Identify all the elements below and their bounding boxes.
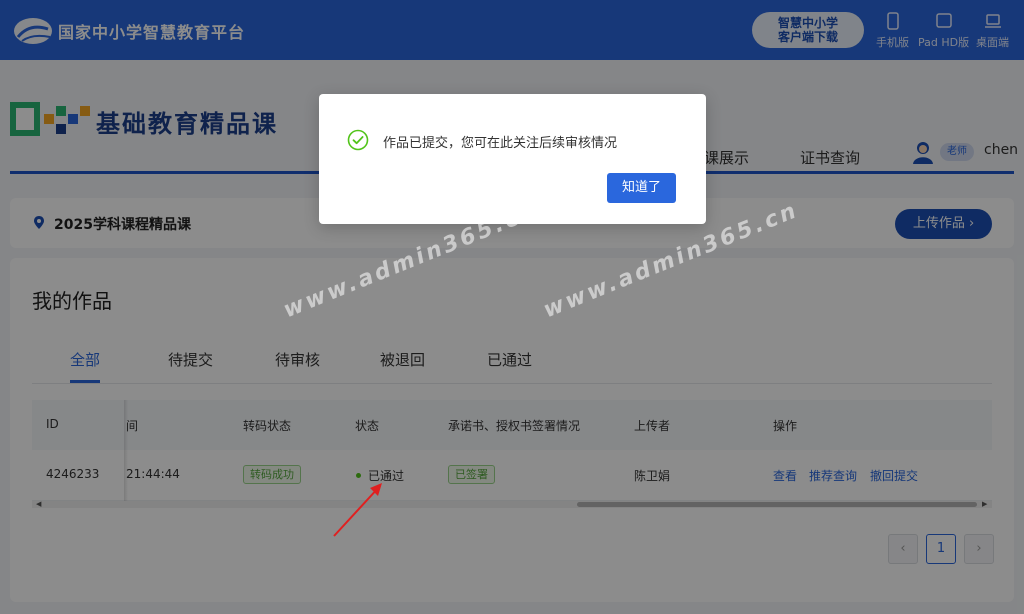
dialog-message: 作品已提交，您可在此关注后续审核情况: [383, 136, 618, 151]
success-check-icon: [347, 129, 369, 151]
confirm-button[interactable]: 知道了: [607, 173, 676, 203]
red-arrow-annotation-icon: [333, 483, 382, 537]
submit-success-dialog: 作品已提交，您可在此关注后续审核情况 知道了: [319, 94, 706, 224]
modal-overlay[interactable]: [0, 0, 1024, 614]
